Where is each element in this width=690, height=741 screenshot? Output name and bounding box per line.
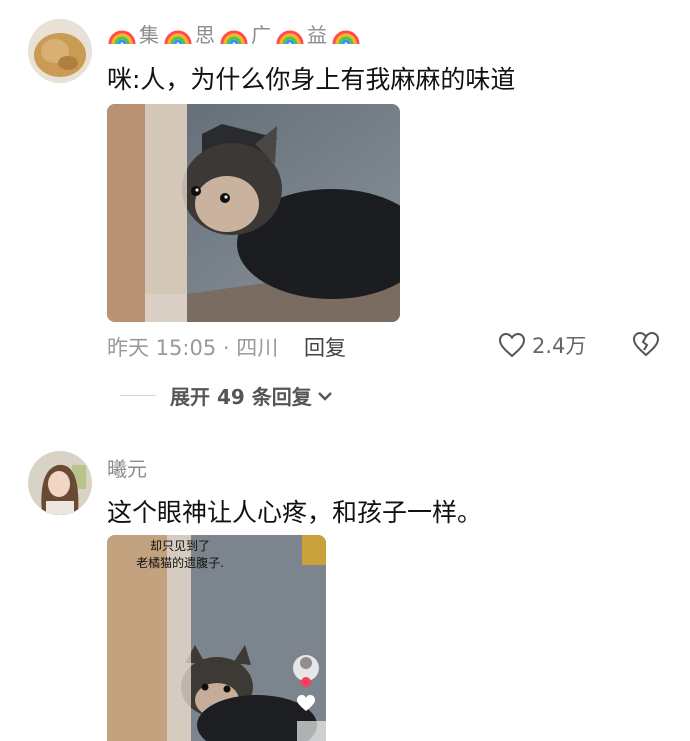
comment-text: 这个眼神让人心疼，和孩子一样。 [107, 498, 483, 527]
like-button[interactable]: 2.4万 [498, 330, 586, 360]
comment-text: 咪:人，为什么你身上有我麻麻的味道 [107, 65, 516, 94]
username[interactable]: 集 思 广 益 [107, 16, 363, 50]
rainbow-icon [275, 18, 305, 48]
avatar[interactable] [28, 19, 92, 83]
broken-heart-icon [632, 331, 660, 357]
chevron-down-icon [317, 391, 332, 401]
image-caption: 却只见到了 老橘猫的遗腹子. [125, 538, 235, 572]
comment-image[interactable] [107, 104, 400, 322]
username-char: 思 [195, 22, 215, 47]
username-char: 集 [139, 22, 159, 47]
rainbow-icon [107, 18, 137, 48]
rainbow-icon [219, 18, 249, 48]
image-caption-line: 却只见到了 [149, 539, 210, 553]
like-count: 2.4万 [532, 334, 587, 358]
expand-replies-label: 展开 49 条回复 [170, 385, 312, 409]
reply-button[interactable]: 回复 [304, 332, 346, 362]
username-char: 益 [307, 22, 327, 47]
divider [120, 395, 156, 396]
avatar[interactable] [28, 451, 92, 515]
comment-time-location: 昨天 15:05 · 四川 [107, 336, 279, 360]
image-caption-line: 老橘猫的遗腹子. [136, 556, 224, 570]
dislike-button[interactable] [632, 331, 660, 361]
username[interactable]: 曦元 [107, 453, 147, 482]
rainbow-icon [331, 18, 361, 48]
username-char: 广 [251, 22, 271, 47]
rainbow-icon [163, 18, 193, 48]
heart-outline-icon [498, 332, 526, 358]
expand-replies-button[interactable]: 展开 49 条回复 [120, 381, 334, 410]
